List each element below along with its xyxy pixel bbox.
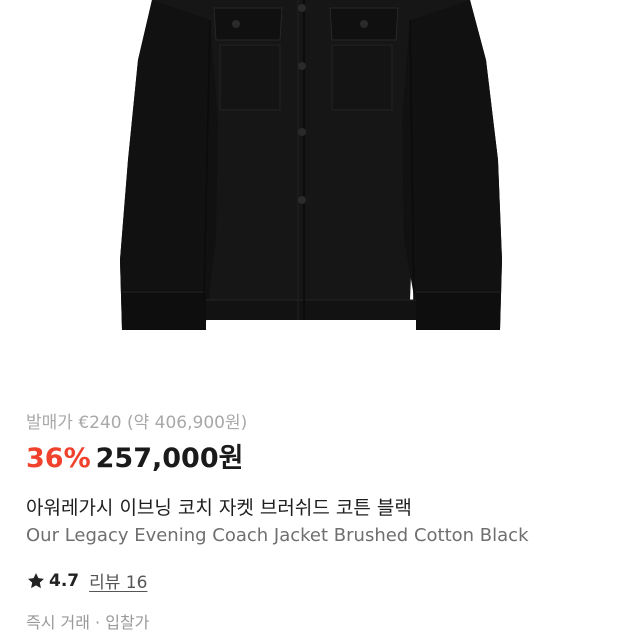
rating-row: 4.7 리뷰 16 — [26, 568, 147, 593]
discount-rate: 36% — [26, 443, 91, 474]
price-row: 36% 257,000원 — [26, 436, 243, 475]
cutoff-text: 즉시 거래 · 입찰가 — [26, 613, 150, 632]
product-name-korean: 아워레가시 이브닝 코치 자켓 브러쉬드 코튼 블랙 — [26, 497, 412, 519]
sale-price: 257,000원 — [95, 443, 244, 474]
reviews-link[interactable]: 리뷰 16 — [89, 568, 147, 593]
star-icon — [28, 572, 44, 588]
product-image[interactable] — [0, 0, 620, 390]
retail-price: 발매가 €240 (약 406,900원) — [26, 413, 248, 433]
rating-value: 4.7 — [49, 570, 80, 591]
product-name-english: Our Legacy Evening Coach Jacket Brushed … — [26, 525, 529, 546]
jacket-illustration — [120, 0, 502, 330]
